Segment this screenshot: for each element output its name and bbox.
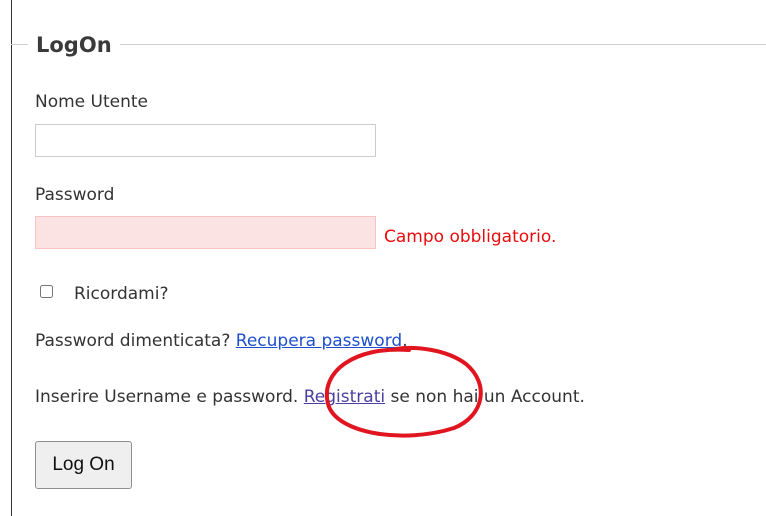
register-prefix: Inserire Username e password. bbox=[35, 387, 304, 407]
forgot-password-prefix: Password dimenticata? bbox=[35, 331, 236, 351]
register-link[interactable]: Registrati bbox=[304, 387, 385, 407]
register-suffix: se non hai un Account. bbox=[385, 387, 585, 407]
forgot-password-line: Password dimenticata? Recupera password. bbox=[35, 330, 408, 352]
form-legend: LogOn bbox=[28, 32, 120, 58]
register-line: Inserire Username e password. Registrati… bbox=[35, 386, 585, 408]
fieldset-border bbox=[11, 44, 766, 45]
logon-page: LogOn Nome Utente Password Campo obbliga… bbox=[0, 0, 766, 516]
password-label: Password bbox=[35, 185, 115, 205]
forgot-password-suffix: . bbox=[402, 331, 408, 351]
username-label: Nome Utente bbox=[35, 92, 149, 112]
recover-password-link[interactable]: Recupera password bbox=[236, 331, 402, 351]
password-input[interactable] bbox=[35, 216, 376, 249]
remember-label[interactable]: Ricordami? bbox=[74, 283, 169, 305]
remember-checkbox[interactable] bbox=[40, 285, 53, 298]
username-input[interactable] bbox=[35, 124, 376, 157]
password-error-message: Campo obbligatorio. bbox=[384, 227, 557, 247]
logon-button[interactable]: Log On bbox=[35, 441, 132, 489]
page-left-border bbox=[11, 0, 12, 516]
